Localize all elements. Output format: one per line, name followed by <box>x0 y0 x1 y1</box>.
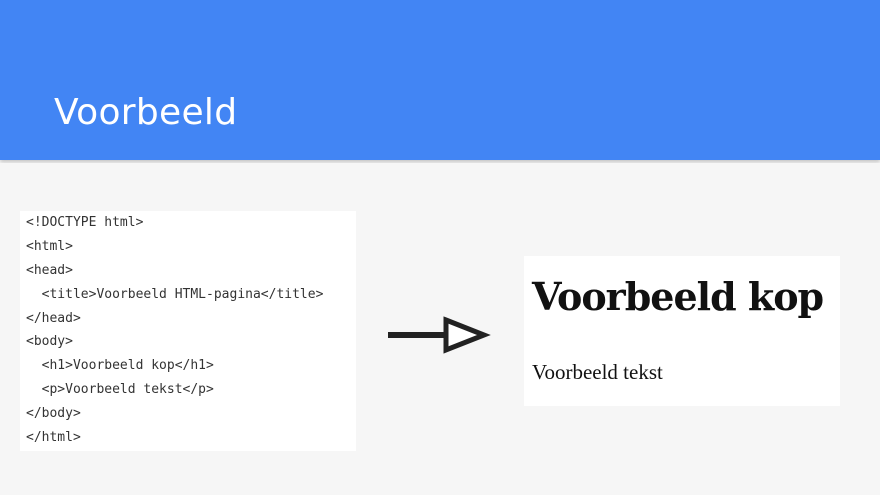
right-arrow-icon <box>388 316 491 354</box>
code-line: </html> <box>26 430 81 445</box>
code-panel: <!DOCTYPE html> <html> <head> <title>Voo… <box>20 211 356 451</box>
preview-paragraph: Voorbeeld tekst <box>532 360 663 384</box>
code-line: <title>Voorbeeld HTML-pagina</title> <box>26 287 324 302</box>
code-line: <html> <box>26 239 73 254</box>
preview-heading: Voorbeeld kop <box>532 274 824 319</box>
slide-header: Voorbeeld <box>0 0 880 160</box>
code-line: <!DOCTYPE html> <box>26 215 144 230</box>
code-line: <body> <box>26 334 73 349</box>
code-line: </body> <box>26 406 81 421</box>
rendered-preview: Voorbeeld kop Voorbeeld tekst <box>524 256 840 406</box>
code-line: </head> <box>26 311 81 326</box>
slide-title: Voorbeeld <box>54 92 238 133</box>
code-line: <head> <box>26 263 73 278</box>
code-line: <p>Voorbeeld tekst</p> <box>26 382 214 397</box>
code-line: <h1>Voorbeeld kop</h1> <box>26 358 214 373</box>
